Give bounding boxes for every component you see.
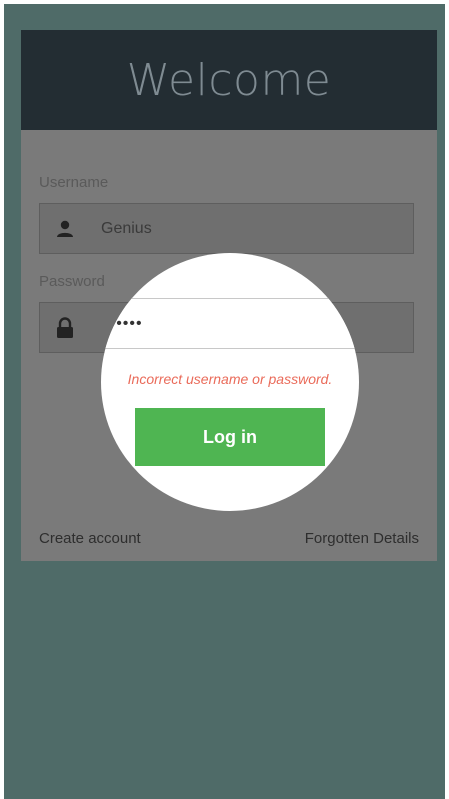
header: Welcome bbox=[21, 30, 437, 130]
password-field-highlighted[interactable]: •••••• bbox=[101, 298, 359, 349]
lock-icon bbox=[40, 303, 90, 352]
password-label: Password bbox=[39, 273, 105, 290]
username-label: Username bbox=[39, 174, 109, 191]
password-value: •••••• bbox=[103, 314, 143, 332]
error-message: Incorrect username or password. bbox=[127, 371, 333, 387]
person-icon bbox=[40, 204, 90, 253]
app-screen: Welcome Username Genius Password Create bbox=[4, 4, 445, 799]
forgotten-details-link[interactable]: Forgotten Details bbox=[305, 530, 419, 547]
page-title: Welcome bbox=[126, 54, 332, 106]
login-button[interactable]: Log in bbox=[135, 408, 325, 466]
create-account-link[interactable]: Create account bbox=[39, 530, 141, 547]
username-field[interactable]: Genius bbox=[39, 203, 414, 254]
username-value: Genius bbox=[101, 219, 152, 237]
spotlight-highlight: •••••• Incorrect username or password. L… bbox=[101, 253, 359, 511]
footer-links: Create account Forgotten Details bbox=[39, 530, 419, 547]
